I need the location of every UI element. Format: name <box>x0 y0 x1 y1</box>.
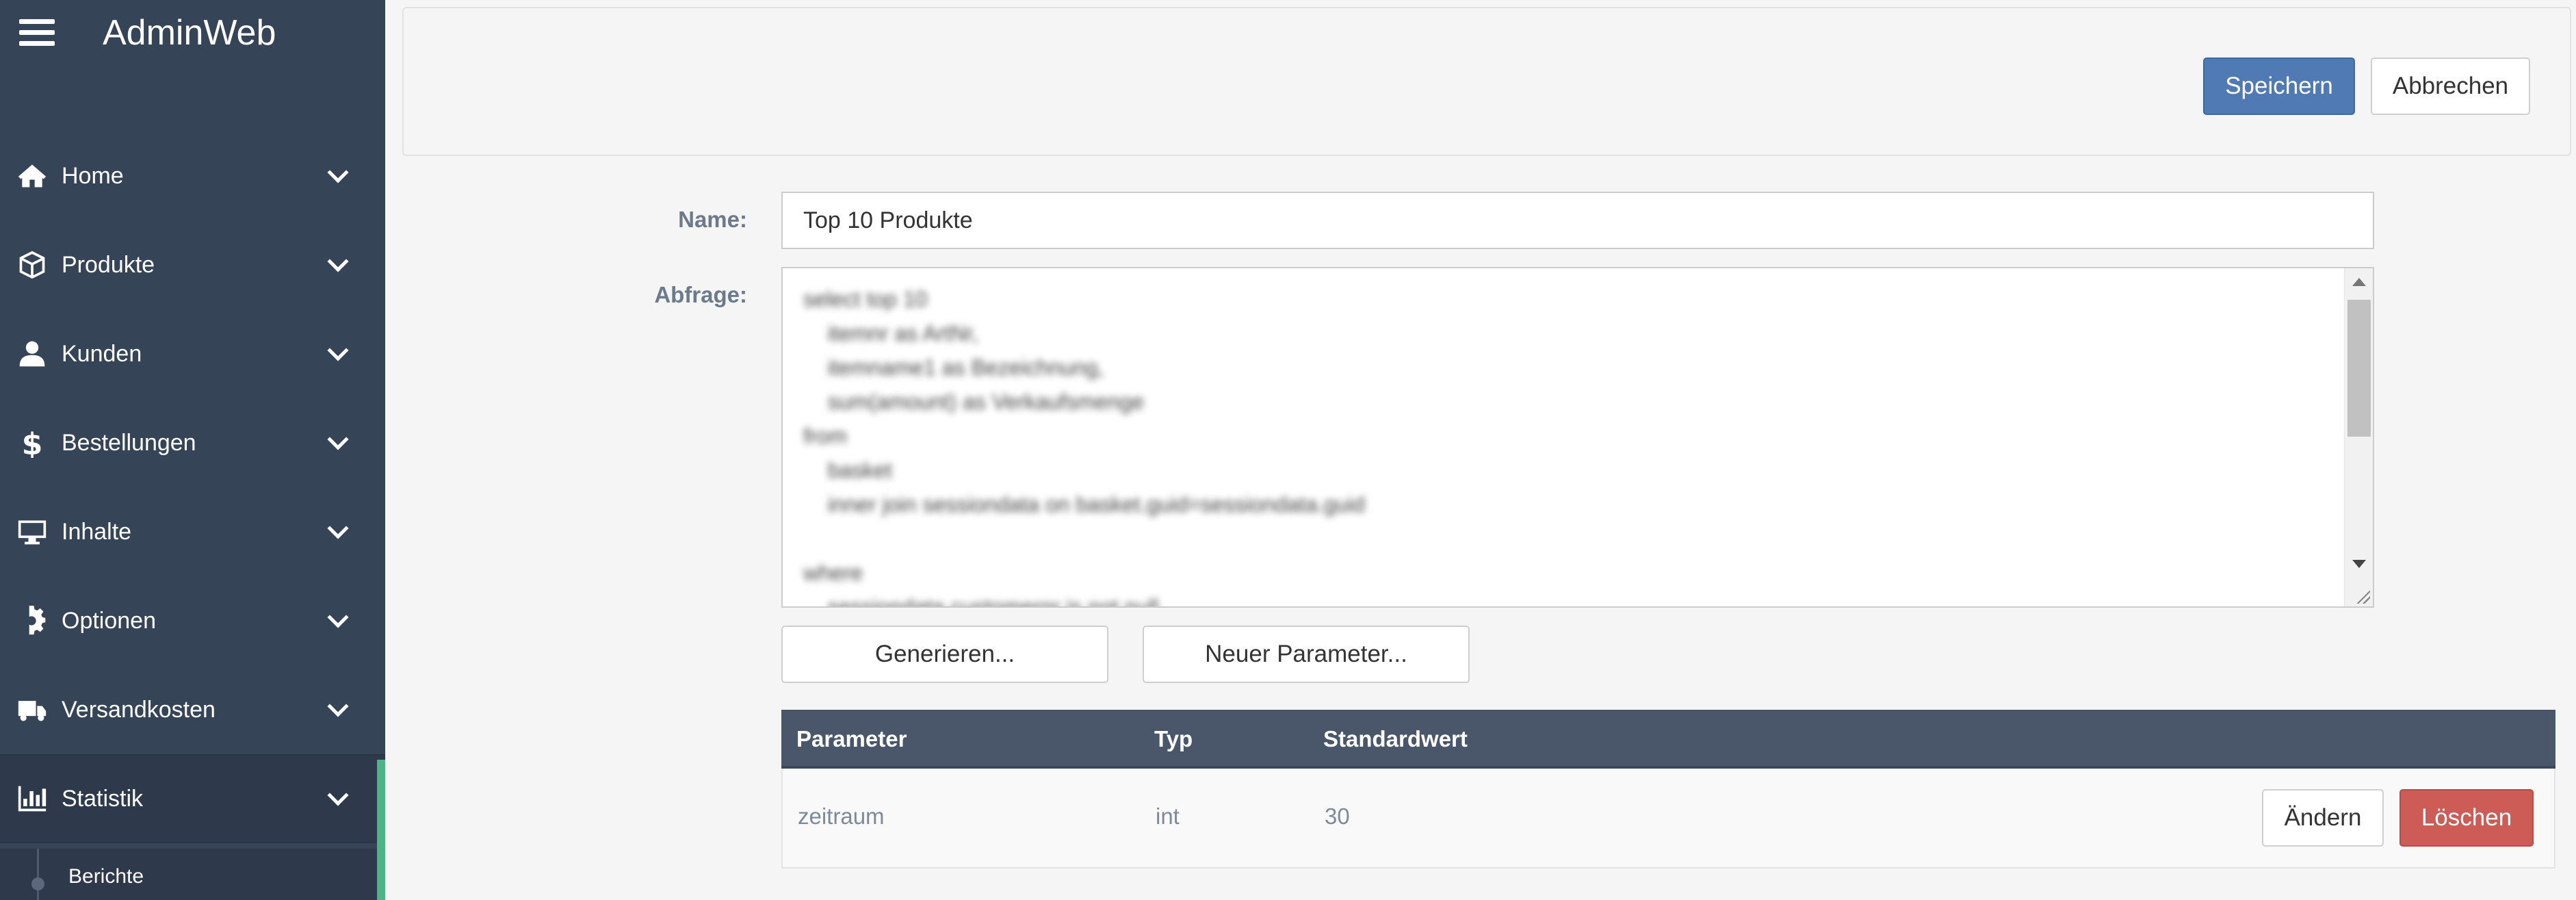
app-title: AdminWeb <box>103 13 276 53</box>
query-text: select top 10 itemnr as ArtNr, itemname1… <box>803 287 1365 608</box>
chevron-down-icon <box>327 517 349 539</box>
sidebar-item-label: Home <box>62 162 124 189</box>
svg-text:$: $ <box>22 428 43 458</box>
sidebar-item-inhalte[interactable]: Inhalte <box>0 487 385 576</box>
sidebar-subitem-berichte[interactable]: Berichte <box>68 865 144 888</box>
sidebar-item-label: Versandkosten <box>62 696 216 723</box>
query-textarea[interactable]: select top 10 itemnr as ArtNr, itemname1… <box>781 267 2374 608</box>
chevron-down-icon <box>327 162 349 183</box>
sidebar-item-label: Statistik <box>62 785 144 812</box>
sidebar-item-bestellungen[interactable]: $ Bestellungen <box>0 398 385 487</box>
sidebar-item-produkte[interactable]: Produkte <box>0 220 385 309</box>
user-icon <box>15 338 49 370</box>
subnav-bullet-icon <box>31 877 44 890</box>
sidebar-item-kunden[interactable]: Kunden <box>0 309 385 398</box>
sidebar-item-label: Bestellungen <box>62 429 196 456</box>
parameter-table: Parameter Typ Standardwert zeitraum int … <box>781 710 2555 869</box>
sidebar-item-label: Kunden <box>62 340 142 367</box>
cell-standardwert: 30 <box>1325 803 1350 829</box>
active-indicator <box>377 760 385 900</box>
gear-icon <box>15 605 49 637</box>
scroll-thumb[interactable] <box>2347 300 2371 437</box>
sidebar-item-versandkosten[interactable]: Versandkosten <box>0 665 385 754</box>
chevron-down-icon <box>327 784 349 806</box>
action-panel: Speichern Abbrechen <box>402 7 2571 156</box>
chevron-down-icon <box>327 695 349 717</box>
brand-header: AdminWeb <box>0 0 385 75</box>
subnav-connector <box>37 849 39 900</box>
cell-parameter: zeitraum <box>798 803 885 829</box>
sidebar: AdminWeb Home Produkte Kunden $ Bestellu… <box>0 0 385 900</box>
cancel-button[interactable]: Abbrechen <box>2371 57 2530 115</box>
sidebar-item-optionen[interactable]: Optionen <box>0 576 385 665</box>
chevron-down-icon <box>327 339 349 361</box>
cell-typ: int <box>1156 803 1180 829</box>
sidebar-item-home[interactable]: Home <box>0 131 385 220</box>
truck-icon <box>15 694 49 725</box>
column-header-standardwert: Standardwert <box>1323 726 1468 751</box>
name-input[interactable] <box>781 192 2374 249</box>
box-icon <box>15 249 49 281</box>
home-icon <box>15 160 49 192</box>
resize-grip-icon[interactable] <box>2355 589 2370 604</box>
new-parameter-button[interactable]: Neuer Parameter... <box>1143 626 1470 683</box>
sidebar-item-statistik[interactable]: Statistik <box>0 754 385 843</box>
save-button[interactable]: Speichern <box>2203 57 2355 115</box>
query-label: Abfrage: <box>654 282 747 307</box>
edit-parameter-button[interactable]: Ändern <box>2262 789 2384 847</box>
sidebar-subnav: Berichte <box>0 849 377 900</box>
column-header-typ: Typ <box>1154 726 1193 751</box>
dollar-icon: $ <box>15 427 49 459</box>
table-row: zeitraum int 30 Ändern Löschen <box>781 769 2555 869</box>
delete-parameter-button[interactable]: Löschen <box>2399 789 2534 847</box>
chevron-down-icon <box>327 250 349 272</box>
scroll-up-icon[interactable] <box>2352 278 2366 286</box>
chevron-down-icon <box>327 606 349 628</box>
query-scrollbar[interactable] <box>2344 268 2373 606</box>
sidebar-item-label: Produkte <box>62 251 155 278</box>
table-header: Parameter Typ Standardwert <box>781 710 2555 769</box>
sidebar-nav: Home Produkte Kunden $ Bestellungen Inha… <box>0 131 385 843</box>
sidebar-item-label: Inhalte <box>62 518 132 545</box>
chevron-down-icon <box>327 428 349 450</box>
sidebar-item-label: Optionen <box>62 607 156 634</box>
name-label: Name: <box>678 207 747 232</box>
hamburger-menu-icon[interactable] <box>19 19 55 47</box>
generate-button[interactable]: Generieren... <box>781 626 1108 683</box>
scroll-down-icon[interactable] <box>2352 560 2366 568</box>
monitor-icon <box>15 516 49 548</box>
bar-chart-icon <box>15 783 49 814</box>
column-header-parameter: Parameter <box>796 726 907 751</box>
